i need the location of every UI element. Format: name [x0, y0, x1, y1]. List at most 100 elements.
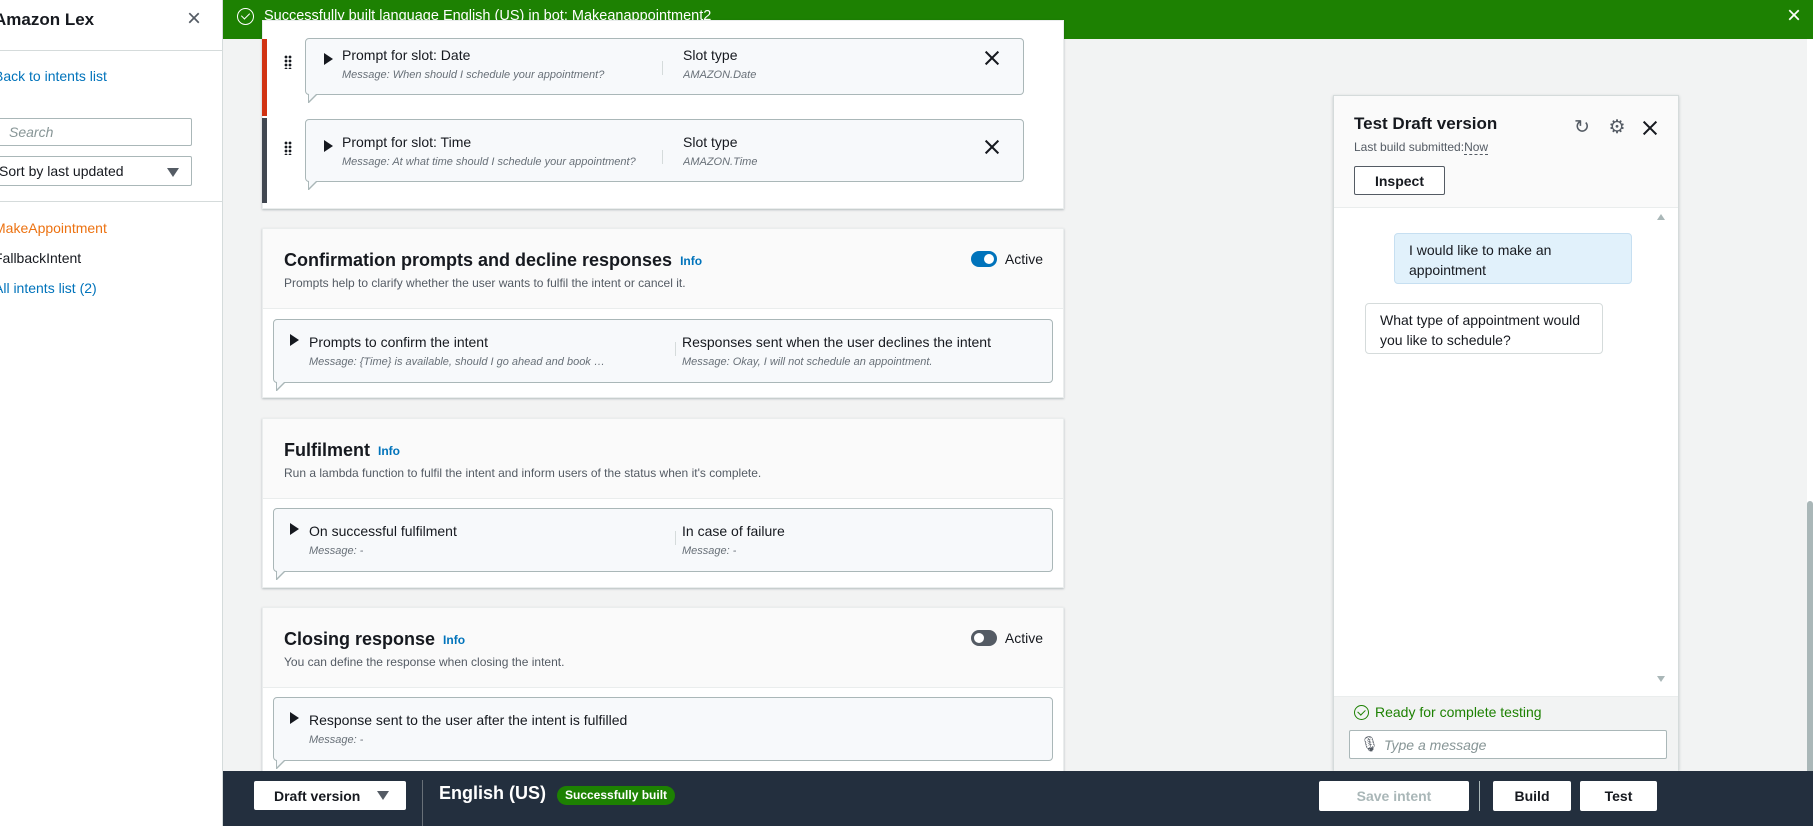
intents-sidebar: Amazon Lex × Back to intents list Sort b…	[0, 0, 223, 826]
section-title-text: Confirmation prompts and decline respons…	[284, 250, 673, 270]
sidebar-item-all-intents[interactable]: All intents list (2)	[0, 280, 97, 296]
section-title: Closing response Info	[284, 629, 465, 650]
sidebar-item-fallbackintent[interactable]: FallbackIntent	[0, 250, 81, 266]
close-icon[interactable]: ×	[183, 7, 205, 31]
toggle-switch[interactable]	[970, 630, 997, 646]
toggle-knob	[973, 633, 984, 643]
scroll-down-icon[interactable]	[1657, 676, 1665, 682]
check-circle-icon	[237, 8, 254, 25]
info-link[interactable]: Info	[443, 633, 465, 647]
refresh-icon[interactable]: ↻	[1572, 118, 1592, 138]
bottom-bar: Draft version English (US) Successfully …	[223, 771, 1813, 826]
last-build-label: Last build submitted:	[1354, 140, 1465, 154]
row-title: Response sent to the user after the inte…	[309, 712, 628, 728]
card-header: Confirmation prompts and decline respons…	[263, 229, 1063, 309]
close-icon[interactable]	[1641, 119, 1659, 137]
test-panel-header: Test Draft version Last build submitted:…	[1334, 96, 1678, 208]
card-header: Fulfilment Info Run a lambda function to …	[263, 419, 1063, 499]
closing-response-row[interactable]: Response sent to the user after the inte…	[273, 697, 1053, 769]
fulfilment-row[interactable]: On successful fulfilment Message: - In c…	[273, 508, 1053, 580]
test-button[interactable]: Test	[1580, 781, 1657, 811]
row-title: Responses sent when the user declines th…	[682, 334, 991, 350]
slot-type-label: Slot type	[683, 134, 738, 150]
sort-select-value: Sort by last updated	[0, 163, 124, 179]
remove-slot-icon[interactable]	[983, 49, 1001, 67]
section-description: Prompts help to clarify whether the user…	[284, 276, 686, 290]
column-divider	[675, 342, 676, 356]
caret-right-icon[interactable]	[324, 140, 333, 152]
section-title-text: Closing response	[284, 629, 436, 649]
slot-prompt-date[interactable]: Prompt for slot: Date Message: When shou…	[305, 38, 1024, 103]
slot-message: Message: At what time should I schedule …	[342, 156, 636, 168]
row-message: Message: -	[309, 734, 364, 746]
row-title: Prompts to confirm the intent	[309, 334, 488, 350]
info-link[interactable]: Info	[680, 254, 702, 268]
build-button[interactable]: Build	[1493, 781, 1571, 811]
sidebar-title: Amazon Lex	[0, 10, 95, 29]
card-header: Closing response Info You can define the …	[263, 608, 1063, 688]
caret-right-icon[interactable]	[324, 53, 333, 65]
section-description: You can define the response when closing…	[284, 655, 565, 669]
build-status-badge: Successfully built	[557, 786, 676, 805]
test-panel-footer: Ready for complete testing 🎙	[1334, 696, 1678, 771]
toggle-label: Active	[1004, 630, 1043, 646]
sort-select[interactable]: Sort by last updated	[0, 156, 192, 186]
active-toggle[interactable]: Active	[970, 630, 1043, 646]
message-input[interactable]	[1384, 731, 1664, 758]
message-input-wrapper[interactable]: 🎙	[1349, 730, 1667, 759]
microphone-icon[interactable]: 🎙	[1360, 736, 1379, 754]
slots-card: Prompt for slot: Date Message: When shou…	[262, 20, 1064, 209]
slot-type-value: AMAZON.Time	[683, 156, 758, 168]
section-description: Run a lambda function to fulfil the inte…	[284, 466, 762, 480]
bottom-bar-divider	[1479, 781, 1480, 811]
column-divider	[662, 61, 663, 75]
column-divider	[662, 150, 663, 164]
row-message: Message: -	[309, 545, 364, 557]
bottom-bar-divider	[422, 780, 423, 826]
active-toggle[interactable]: Active	[970, 251, 1043, 267]
last-build-info: Last build submitted:Now	[1354, 140, 1489, 155]
sidebar-divider	[0, 50, 222, 51]
gear-icon[interactable]: ⚙	[1607, 118, 1627, 138]
toggle-switch[interactable]	[970, 251, 997, 267]
row-message: Message: -	[682, 545, 737, 557]
sidebar-divider	[0, 201, 222, 202]
close-icon[interactable]: ×	[1787, 4, 1801, 28]
check-circle-icon	[1354, 705, 1369, 720]
caret-right-icon[interactable]	[290, 712, 299, 724]
row-message: Message: {Time} is available, should I g…	[309, 356, 609, 368]
intent-search-input[interactable]	[0, 118, 192, 146]
caret-right-icon[interactable]	[290, 334, 299, 346]
slot-title: Prompt for slot: Date	[342, 47, 471, 63]
slot-status-marker	[262, 118, 267, 203]
version-select-value: Draft version	[274, 788, 361, 804]
sidebar-item-makeappointment[interactable]: MakeAppointment	[0, 220, 107, 236]
confirmation-prompts-row[interactable]: Prompts to confirm the intent Message: {…	[273, 319, 1053, 391]
save-intent-button[interactable]: Save intent	[1319, 781, 1469, 811]
version-select[interactable]: Draft version	[254, 781, 406, 810]
toggle-label: Active	[1004, 251, 1043, 267]
closing-response-card: Closing response Info You can define the …	[262, 607, 1064, 777]
row-title: On successful fulfilment	[309, 523, 457, 539]
fulfilment-card: Fulfilment Info Run a lambda function to …	[262, 418, 1064, 588]
language-name: English (US)	[439, 783, 546, 803]
chat-message-bot: What type of appointment would you like …	[1365, 303, 1603, 354]
chevron-down-icon	[167, 168, 179, 177]
chevron-down-icon	[377, 791, 389, 800]
inspect-button[interactable]: Inspect	[1354, 166, 1445, 195]
slot-message: Message: When should I schedule your app…	[342, 69, 605, 81]
slot-prompt-time[interactable]: Prompt for slot: Time Message: At what t…	[305, 119, 1024, 190]
last-build-value: Now	[1464, 140, 1489, 155]
info-link[interactable]: Info	[378, 444, 400, 458]
test-panel: Test Draft version Last build submitted:…	[1333, 95, 1679, 771]
drag-handle-icon[interactable]	[284, 141, 292, 155]
caret-right-icon[interactable]	[290, 523, 299, 535]
chat-scrollbar[interactable]	[1654, 214, 1668, 682]
scroll-up-icon[interactable]	[1657, 214, 1665, 220]
remove-slot-icon[interactable]	[983, 138, 1001, 156]
drag-handle-icon[interactable]	[284, 55, 292, 69]
column-divider	[675, 531, 676, 545]
back-to-intents-link[interactable]: Back to intents list	[0, 68, 107, 84]
confirmation-card: Confirmation prompts and decline respons…	[262, 228, 1064, 398]
page-scrollbar[interactable]	[1807, 39, 1813, 826]
